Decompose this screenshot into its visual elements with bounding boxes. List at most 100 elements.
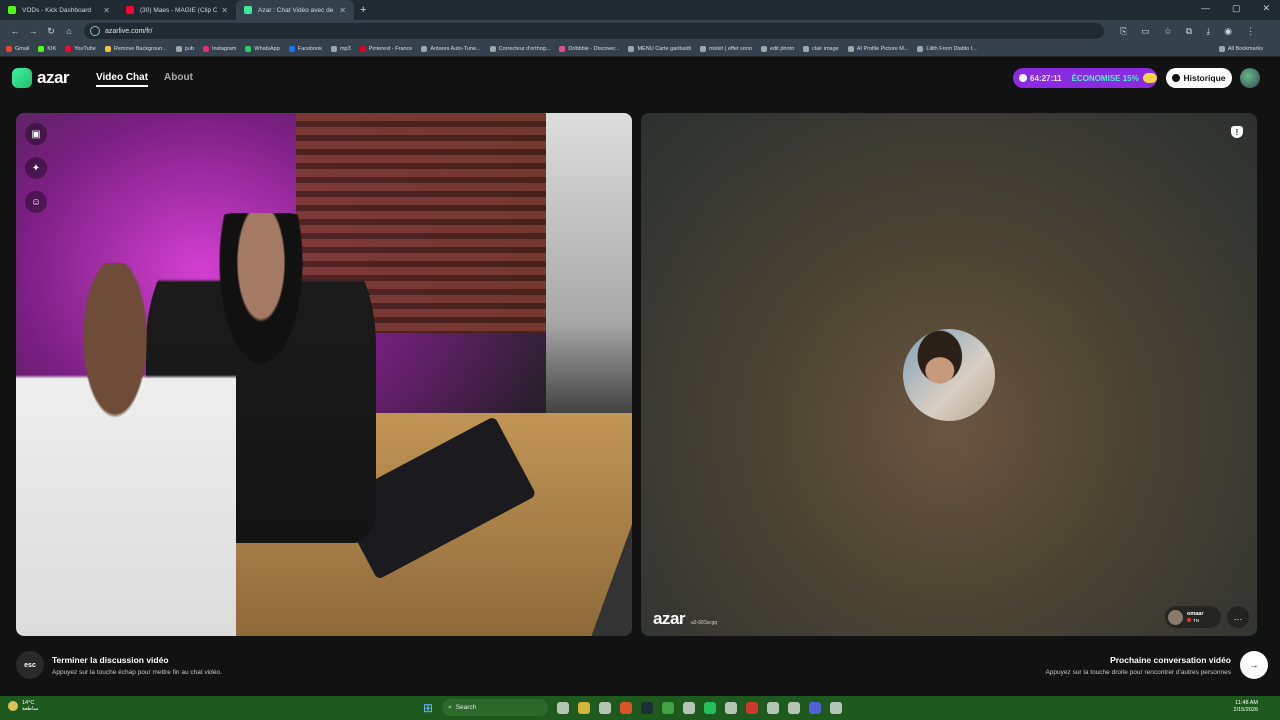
local-video: ▣ ✦ ☺: [16, 113, 632, 636]
app-icon[interactable]: [788, 701, 801, 714]
chrome-icon[interactable]: [662, 701, 675, 714]
bookmark-item[interactable]: KIK: [38, 46, 56, 52]
weather-widget[interactable]: 14°C ساطعة: [8, 700, 38, 712]
end-chat-subtitle: Appuyez sur la touche échap pour mettre …: [52, 668, 222, 676]
end-chat-control: esc Terminer la discussion vidéo Appuyez…: [16, 651, 222, 679]
promo-timer[interactable]: 64:27:11 ÉCONOMISE 15%: [1013, 68, 1157, 88]
bookmark-item[interactable]: Pinterest - France: [359, 46, 412, 52]
next-button[interactable]: →: [1240, 651, 1268, 679]
timer-value: 64:27:11: [1030, 73, 1062, 83]
bookmark-item[interactable]: Antares Auto-Tune...: [421, 46, 481, 52]
bookmark-item[interactable]: Gmail: [6, 46, 29, 52]
back-icon[interactable]: ←: [6, 26, 24, 36]
facebook-icon: [288, 46, 295, 52]
instagram-icon: [202, 46, 209, 52]
task-view-icon[interactable]: [557, 701, 570, 714]
tab-kick[interactable]: VODs - Kick Dashboard ✕: [0, 0, 118, 20]
peer-avatar: [1168, 609, 1183, 625]
tab-youtube[interactable]: (30) Maes - MAGIE (Clip Officiel) ✕: [118, 0, 236, 20]
close-window-icon[interactable]: ✕: [1262, 3, 1270, 14]
next-chat-title: Prochaine conversation vidéo: [1110, 654, 1231, 665]
history-button[interactable]: Historique: [1166, 68, 1232, 88]
bookmark-item[interactable]: Instagram: [202, 46, 236, 52]
report-shield-icon[interactable]: !: [1231, 126, 1243, 138]
file-explorer-icon[interactable]: [578, 701, 591, 714]
bookmark-item[interactable]: Lilith From Diablo I...: [917, 46, 977, 52]
minimize-icon[interactable]: —: [1201, 3, 1210, 14]
close-icon[interactable]: ✕: [103, 6, 110, 15]
extensions-icon[interactable]: ⧉: [1186, 26, 1192, 37]
weather-text-block: 14°C ساطعة: [22, 700, 38, 712]
whatsapp-icon[interactable]: [704, 701, 717, 714]
forward-icon[interactable]: →: [24, 26, 42, 36]
bookmark-item[interactable]: WhatsApp: [245, 46, 280, 52]
close-icon[interactable]: ✕: [339, 6, 346, 15]
peer-info: omaar TN: [1187, 611, 1204, 623]
capcut-icon[interactable]: [683, 701, 696, 714]
gallery-icon[interactable]: ▣: [25, 123, 47, 145]
window-controls: — ▢ ✕: [1201, 3, 1270, 14]
download-icon[interactable]: ⤓: [1206, 26, 1210, 37]
azar-logo[interactable]: azar: [12, 68, 70, 88]
app-icon[interactable]: [725, 701, 738, 714]
home-icon[interactable]: ⌂: [60, 26, 78, 36]
esc-button[interactable]: esc: [16, 651, 44, 679]
bookmark-item[interactable]: Facebook: [288, 46, 322, 52]
maximize-icon[interactable]: ▢: [1232, 3, 1241, 14]
tab-title: Azar : Chat Vidéo avec de: [258, 6, 334, 14]
nav-video-chat[interactable]: Video Chat: [96, 72, 149, 87]
pinterest-icon: [359, 46, 366, 52]
chat-bubble-icon[interactable]: …: [1227, 606, 1249, 628]
bookmark-item[interactable]: Dribbble - Discover...: [559, 46, 619, 52]
bookmark-item[interactable]: edit photo: [760, 46, 794, 52]
search-label: Search: [455, 704, 477, 711]
obs-icon[interactable]: [830, 701, 843, 714]
magic-wand-icon[interactable]: ✦: [25, 157, 47, 179]
taskbar-apps: ⊞ ⌕ Search: [423, 699, 843, 716]
save-label: ÉCONOMISE 15%: [1071, 73, 1139, 83]
cast-icon[interactable]: ▭: [1141, 26, 1150, 37]
store-icon[interactable]: [599, 701, 612, 714]
record-icon[interactable]: [746, 701, 759, 714]
bookmark-item[interactable]: pub: [175, 46, 194, 52]
bookmark-icon: [489, 46, 496, 52]
bookmark-item[interactable]: Remove Backgroun...: [104, 46, 167, 52]
user-avatar[interactable]: [1240, 68, 1260, 88]
tab-azar[interactable]: Azar : Chat Vidéo avec de ✕: [236, 0, 354, 20]
app-icon[interactable]: [767, 701, 780, 714]
face-filter-icon[interactable]: ☺: [25, 191, 47, 213]
bookmark-item[interactable]: Correcteur d'orthog...: [489, 46, 550, 52]
flag-icon: [1187, 618, 1191, 622]
bookmark-item[interactable]: YouTube: [65, 46, 96, 52]
weather-condition: ساطعة: [22, 706, 39, 712]
nav-about[interactable]: About: [164, 72, 193, 87]
person-vest: [16, 263, 236, 636]
translate-icon[interactable]: ⎘: [1120, 26, 1127, 37]
site-info-icon[interactable]: [90, 26, 100, 36]
brave-icon[interactable]: [620, 701, 633, 714]
bookmark-item[interactable]: MENU Carte garibaldi: [628, 46, 691, 52]
peer-info-chip[interactable]: omaar TN: [1165, 606, 1221, 628]
bookmark-item[interactable]: clair image: [803, 46, 839, 52]
star-icon[interactable]: ☆: [1164, 26, 1172, 37]
system-clock[interactable]: 11:48 AM 2/15/2026: [1234, 700, 1258, 714]
menu-icon[interactable]: ⋮: [1246, 26, 1255, 37]
reload-icon[interactable]: ↻: [42, 26, 60, 37]
taskbar-search[interactable]: ⌕ Search: [442, 699, 549, 716]
new-tab-button[interactable]: +: [360, 4, 366, 16]
close-icon[interactable]: ✕: [221, 6, 228, 15]
discord-icon[interactable]: [809, 701, 822, 714]
steam-icon[interactable]: [641, 701, 654, 714]
profile-icon[interactable]: ◉: [1224, 26, 1232, 37]
windows-start-icon[interactable]: ⊞: [423, 701, 433, 715]
bookmark-item[interactable]: AI Profile Picture M...: [847, 46, 908, 52]
azar-logo-icon: [12, 68, 32, 88]
bookmark-item[interactable]: mixkit ( effet sono: [699, 46, 752, 52]
peer-country: TN: [1187, 618, 1204, 623]
url-field[interactable]: azarlive.com/fr/: [84, 23, 1104, 39]
bookmark-item[interactable]: mp3: [330, 46, 351, 52]
whatsapp-icon: [245, 46, 252, 52]
youtube-icon: [65, 46, 72, 52]
all-bookmarks[interactable]: All Bookmarks: [1218, 46, 1263, 52]
next-chat-control: Prochaine conversation vidéo Appuyez sur…: [1045, 651, 1268, 679]
